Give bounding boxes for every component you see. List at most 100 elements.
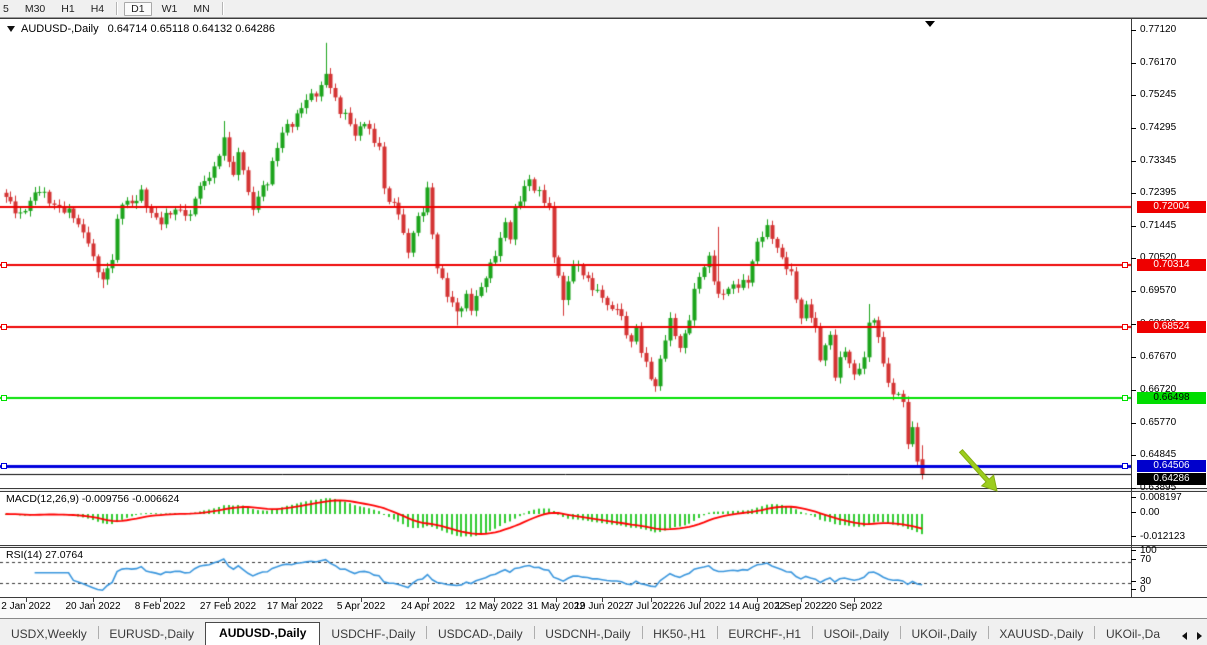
- rsi-label: RSI(14) 27.0764: [6, 549, 83, 561]
- collapse-chart-icon[interactable]: [7, 26, 15, 32]
- price-scale-tick: [1131, 390, 1136, 391]
- timeframe-button-h4[interactable]: H4: [85, 2, 110, 16]
- date-axis-label: 7 Jul 2022: [628, 601, 674, 612]
- date-axis: 2 Jan 202220 Jan 20228 Feb 202227 Feb 20…: [0, 598, 1207, 618]
- date-axis-label: 24 Apr 2022: [401, 601, 455, 612]
- price-scale-tick: [1131, 291, 1136, 292]
- hline-handle[interactable]: [1, 324, 7, 330]
- date-axis-label: 20 Jan 2022: [65, 601, 120, 612]
- timeframe-button-m30[interactable]: M30: [19, 2, 51, 16]
- price-scale-tick: [1131, 226, 1136, 227]
- date-axis-tick: [556, 598, 557, 602]
- hline-handle[interactable]: [1122, 463, 1128, 469]
- symbol-tab-xauusd-daily[interactable]: XAUUSD-,Daily: [988, 624, 1094, 645]
- date-axis-tick: [757, 598, 758, 602]
- symbol-tab-usdchf-daily[interactable]: USDCHF-,Daily: [320, 624, 426, 645]
- date-axis-tick: [854, 598, 855, 602]
- price-line-badge: 0.64286: [1137, 473, 1206, 485]
- price-scale-label: 0.67670: [1140, 351, 1176, 362]
- date-axis-tick: [26, 598, 27, 602]
- date-axis-tick: [602, 598, 603, 602]
- timeframe-button-h1[interactable]: H1: [55, 2, 80, 16]
- hline-handle[interactable]: [1122, 395, 1128, 401]
- tab-scroll-left-icon[interactable]: [1182, 632, 1187, 640]
- macd-scale-label: 0.008197: [1140, 492, 1182, 503]
- date-axis-tick: [361, 598, 362, 602]
- timeframe-button-w1[interactable]: W1: [156, 2, 184, 16]
- rsi-indicator-canvas[interactable]: [0, 548, 1131, 596]
- price-scale-label: 0.77120: [1140, 24, 1176, 35]
- symbol-tab-audusd-daily[interactable]: AUDUSD-,Daily: [205, 622, 320, 645]
- price-scale-label: 0.65770: [1140, 417, 1176, 428]
- hline-handle[interactable]: [1, 395, 7, 401]
- rsi-scale-tick: [1131, 589, 1136, 590]
- price-line-badge: 0.68524: [1137, 321, 1206, 333]
- macd-scale-tick: [1131, 497, 1136, 498]
- chart-bottom-border: [0, 488, 1207, 489]
- date-axis-tick: [228, 598, 229, 602]
- price-scale-label: 0.64845: [1140, 449, 1176, 460]
- symbol-tab-bar: USDX,WeeklyEURUSD-,DailyAUDUSD-,DailyUSD…: [0, 618, 1207, 645]
- chart-symbol-title: AUDUSD-,Daily: [21, 23, 99, 35]
- price-scale-tick: [1131, 161, 1136, 162]
- price-scale-tick: [1131, 357, 1136, 358]
- date-axis-tick: [494, 598, 495, 602]
- timeframe-toolbar: 5 M30 H1 H4 D1 W1MN: [0, 0, 1207, 18]
- price-scale-label: 0.76170: [1140, 57, 1176, 68]
- price-line-badge: 0.70314: [1137, 259, 1206, 271]
- hline-handle[interactable]: [1122, 324, 1128, 330]
- hline-handle[interactable]: [1122, 262, 1128, 268]
- mt4-terminal-window: 5 M30 H1 H4 D1 W1MN AUDUSD-,Daily 0.64714 0.6…: [0, 0, 1207, 645]
- macd-scale-tick: [1131, 512, 1136, 513]
- hline-handle[interactable]: [1, 262, 7, 268]
- date-axis-tick: [160, 598, 161, 602]
- date-axis-label: 5 Apr 2022: [337, 601, 385, 612]
- price-scale-tick: [1131, 193, 1136, 194]
- timeframe-button-d1[interactable]: D1: [124, 2, 151, 16]
- price-scale-label: 0.75245: [1140, 89, 1176, 100]
- toolbar-separator: [222, 2, 224, 15]
- macd-bottom-border: [0, 545, 1207, 546]
- price-line-badge: 0.64506: [1137, 460, 1206, 472]
- price-scale-label: 0.71445: [1140, 220, 1176, 231]
- symbol-tab-hk50-h1[interactable]: HK50-,H1: [642, 624, 717, 645]
- date-axis-label: 20 Sep 2022: [826, 601, 883, 612]
- timeframe-button-mn[interactable]: MN: [187, 2, 215, 16]
- timeframe-button-5[interactable]: 5: [0, 2, 15, 16]
- date-axis-tick: [651, 598, 652, 602]
- price-scale-tick: [1131, 324, 1136, 325]
- symbol-tab-eurchf-h1[interactable]: EURCHF-,H1: [717, 624, 812, 645]
- date-axis-tick: [801, 598, 802, 602]
- price-scale-tick: [1131, 488, 1136, 489]
- date-axis-label: 27 Feb 2022: [200, 601, 256, 612]
- rsi-scale-tick: [1131, 559, 1136, 560]
- symbol-tab-eurusd-daily[interactable]: EURUSD-,Daily: [98, 624, 205, 645]
- date-axis-label: 8 Feb 2022: [135, 601, 186, 612]
- symbol-tab-usdx-weekly[interactable]: USDX,Weekly: [0, 624, 98, 645]
- date-axis-label: 19 Jun 2022: [574, 601, 629, 612]
- date-axis-label: 1 Sep 2022: [775, 601, 826, 612]
- date-axis-label: 17 Mar 2022: [267, 601, 323, 612]
- date-axis-tick: [295, 598, 296, 602]
- price-scale-tick: [1131, 30, 1136, 31]
- price-scale-label: 0.73345: [1140, 155, 1176, 166]
- price-scale-tick: [1131, 128, 1136, 129]
- symbol-tab-usoil-daily[interactable]: USOil-,Daily: [813, 624, 900, 645]
- price-scale-label: 0.69570: [1140, 285, 1176, 296]
- hline-handle[interactable]: [1, 463, 7, 469]
- rsi-scale-tick: [1131, 581, 1136, 582]
- price-scale-tick: [1131, 95, 1136, 96]
- tab-scroll-right-icon[interactable]: [1197, 632, 1202, 640]
- candlestick-chart-canvas[interactable]: [0, 18, 1131, 488]
- price-line-badge: 0.66498: [1137, 392, 1206, 404]
- chart-shift-marker-icon[interactable]: [925, 21, 935, 27]
- chart-ohlc-values: 0.64714 0.65118 0.64132 0.64286: [108, 23, 275, 35]
- symbol-tab-usdcnh-daily[interactable]: USDCNH-,Daily: [534, 624, 641, 645]
- price-scale-tick: [1131, 455, 1136, 456]
- macd-label: MACD(12,26,9) -0.009756 -0.006624: [6, 493, 179, 505]
- date-axis-tick: [428, 598, 429, 602]
- rsi-scale-label: 0: [1140, 584, 1146, 595]
- symbol-tab-usdcad-daily[interactable]: USDCAD-,Daily: [427, 624, 534, 645]
- symbol-tab-ukoil-daily[interactable]: UKOil-,Daily: [901, 624, 988, 645]
- symbol-tab-ukoil-da[interactable]: UKOil-,Da: [1095, 624, 1171, 645]
